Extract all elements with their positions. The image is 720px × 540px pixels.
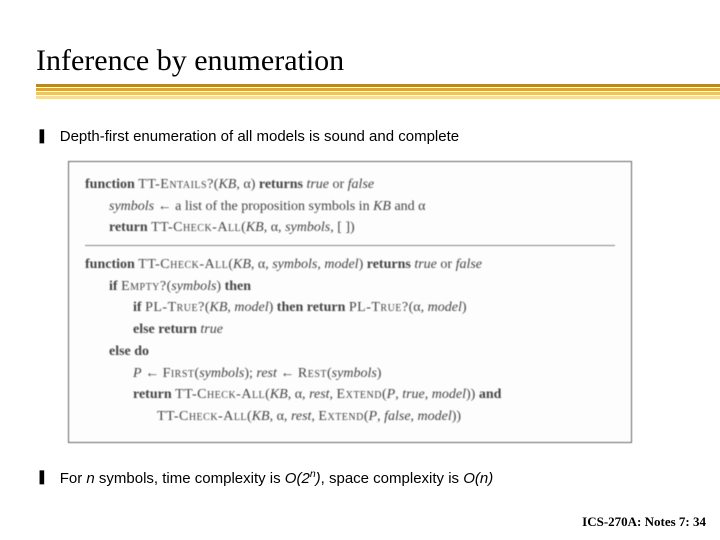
code-line: if PL-True?(KB, model) then return PL-Tr… bbox=[85, 297, 615, 319]
divider bbox=[85, 245, 615, 246]
title-underline bbox=[36, 84, 684, 106]
code-line: P ← First(symbols); rest ← Rest(symbols) bbox=[85, 363, 615, 385]
code-line: TT-Check-All(KB, α, rest, Extend(P, fals… bbox=[85, 406, 615, 428]
code-line: symbols ← a list of the proposition symb… bbox=[85, 196, 615, 218]
slide-title: Inference by enumeration bbox=[36, 44, 684, 78]
bullet-item: ❚ For n symbols, time complexity is O(2n… bbox=[36, 467, 684, 489]
bullet-item: ❚ Depth-first enumeration of all models … bbox=[36, 126, 684, 147]
bullet-text: For n symbols, time complexity is O(2n),… bbox=[60, 467, 493, 489]
slide-footer: ICS-270A: Notes 7: 34 bbox=[582, 514, 706, 530]
pseudocode-figure: function TT-Entails?(KB, α) returns true… bbox=[68, 161, 632, 443]
code-line: function TT-Entails?(KB, α) returns true… bbox=[85, 174, 615, 196]
code-line: return TT-Check-All(KB, α, symbols, [ ]) bbox=[85, 217, 615, 239]
bullet-icon: ❚ bbox=[36, 467, 48, 487]
code-line: if Empty?(symbols) then bbox=[85, 276, 615, 298]
stripe bbox=[36, 96, 720, 99]
bullet-icon: ❚ bbox=[36, 126, 48, 146]
code-line: else return true bbox=[85, 319, 615, 341]
stripe bbox=[36, 88, 720, 91]
code-line: return TT-Check-All(KB, α, rest, Extend(… bbox=[85, 384, 615, 406]
stripe bbox=[36, 92, 720, 95]
code-line: else do bbox=[85, 341, 615, 363]
stripe bbox=[36, 84, 720, 87]
bullet-text: Depth-first enumeration of all models is… bbox=[60, 126, 459, 147]
code-line: function TT-Check-All(KB, α, symbols, mo… bbox=[85, 254, 615, 276]
